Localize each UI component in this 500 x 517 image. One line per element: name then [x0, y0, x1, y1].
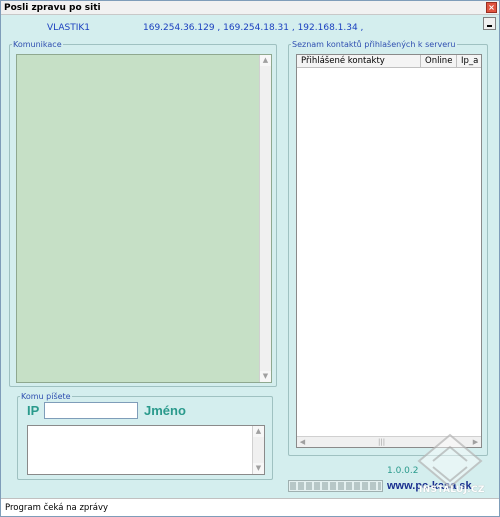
communication-log[interactable]: ▲ ▼	[16, 54, 272, 383]
window-title: Posli zpravu po siti	[4, 3, 101, 13]
column-header-online[interactable]: Online	[421, 55, 457, 68]
title-bar: Posli zpravu po siti ×	[1, 1, 499, 15]
column-header-ip[interactable]: Ip_a	[457, 55, 481, 68]
column-header-contacts[interactable]: Přihlášené kontakty	[297, 55, 421, 68]
contacts-legend: Seznam kontaktů přihlašených k serveru	[292, 40, 456, 49]
ip-label: IP	[27, 403, 40, 418]
close-button[interactable]: ×	[486, 2, 497, 13]
scroll-up-icon[interactable]: ▲	[260, 55, 271, 66]
status-progress-bar	[288, 480, 383, 492]
scroll-up-icon[interactable]: ▲	[253, 426, 264, 437]
scroll-left-icon[interactable]: ◀	[297, 437, 308, 448]
message-scrollbar[interactable]: ▲ ▼	[252, 426, 264, 474]
status-bar: Program čeká na zprávy	[1, 498, 499, 516]
recipient-legend: Komu píšete	[21, 392, 71, 401]
communication-legend: Komunikace	[13, 40, 62, 49]
scroll-down-icon[interactable]: ▼	[260, 371, 271, 382]
status-text: Program čeká na zprávy	[5, 503, 109, 513]
contacts-column-headers: Přihlášené kontakty Online Ip_a	[297, 55, 481, 68]
scroll-grip-icon: |||	[378, 438, 386, 446]
host-name: VLASTIK1	[47, 23, 91, 33]
minimize-button[interactable]	[483, 17, 496, 30]
name-label: Jméno	[144, 403, 186, 418]
ip-address-list: 169.254.36.129 , 169.254.18.31 , 192.168…	[143, 23, 364, 33]
scroll-down-icon[interactable]: ▼	[253, 463, 264, 474]
message-input[interactable]: ▲ ▼	[27, 425, 265, 475]
progress-fill	[290, 482, 381, 490]
ip-input[interactable]	[44, 402, 138, 419]
communication-scrollbar[interactable]: ▲ ▼	[259, 55, 271, 382]
contacts-list[interactable]: Přihlášené kontakty Online Ip_a ◀ ||| ▶	[296, 54, 482, 448]
main-window: Posli zpravu po siti × VLASTIK1 169.254.…	[0, 0, 500, 517]
watermark-text: INSTALUJ.CZ	[419, 485, 485, 495]
